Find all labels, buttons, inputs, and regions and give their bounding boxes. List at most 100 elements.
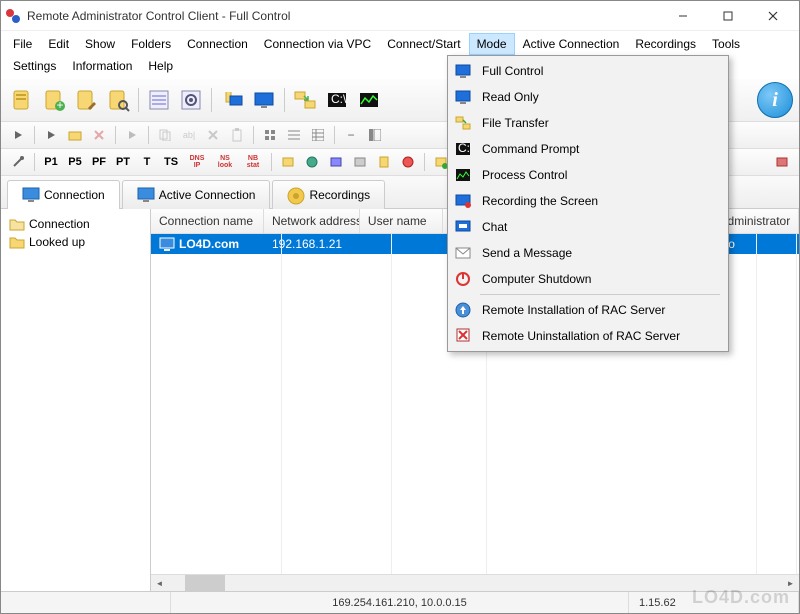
tb-paste-icon[interactable]	[226, 124, 248, 146]
tb-open-folder-icon[interactable]	[64, 124, 86, 146]
tb-pt[interactable]: PT	[112, 151, 134, 173]
monitor-blue-icon	[454, 62, 472, 80]
tb-scroll-search-icon[interactable]	[103, 85, 133, 115]
tb-net8-icon[interactable]	[771, 151, 793, 173]
menu-show[interactable]: Show	[77, 33, 123, 55]
tb-p5[interactable]: P5	[64, 151, 86, 173]
svg-text:+: +	[56, 98, 63, 112]
tb-delete-icon[interactable]	[88, 124, 110, 146]
titlebar: Remote Administrator Control Client - Fu…	[1, 1, 799, 31]
tb-monitor-icon[interactable]	[249, 85, 279, 115]
tb-net5-icon[interactable]	[373, 151, 395, 173]
tb-copy-icon[interactable]	[154, 124, 176, 146]
menu-item-chat[interactable]: Chat	[450, 214, 726, 240]
tb-t[interactable]: T	[136, 151, 158, 173]
column-header[interactable]: User name	[360, 209, 443, 233]
tb-view-list-icon[interactable]	[283, 124, 305, 146]
window-title: Remote Administrator Control Client - Fu…	[27, 9, 660, 23]
tb-folder-transfer-icon[interactable]	[290, 85, 320, 115]
folder-icon	[9, 235, 25, 249]
menu-connection[interactable]: Connection	[179, 33, 256, 55]
tb-settings-icon[interactable]	[176, 85, 206, 115]
menu-item-remote-installation-of-rac-server[interactable]: Remote Installation of RAC Server	[450, 297, 726, 323]
menu-item-full-control[interactable]: Full Control	[450, 58, 726, 84]
menu-settings[interactable]: Settings	[5, 55, 64, 77]
tb-process-icon[interactable]	[354, 85, 384, 115]
tb-nslook[interactable]: NSlook	[212, 151, 238, 173]
info-button[interactable]: i	[757, 82, 793, 118]
tb-pf[interactable]: PF	[88, 151, 110, 173]
minimize-button[interactable]	[660, 2, 705, 30]
menu-mode[interactable]: Mode	[469, 33, 515, 55]
tb-scroll-edit-icon[interactable]	[71, 85, 101, 115]
menu-active-connection[interactable]: Active Connection	[515, 33, 628, 55]
menu-item-command-prompt[interactable]: C:\Command Prompt	[450, 136, 726, 162]
tb-dnsip[interactable]: DNSIP	[184, 151, 210, 173]
tb-view-large-icon[interactable]	[259, 124, 281, 146]
column-header[interactable]: Connection name	[151, 209, 264, 233]
menu-item-remote-uninstallation-of-rac-server[interactable]: Remote Uninstallation of RAC Server	[450, 323, 726, 349]
tb-hand-monitor-icon[interactable]	[217, 85, 247, 115]
tb-list-icon[interactable]	[144, 85, 174, 115]
menu-item-read-only[interactable]: Read Only	[450, 84, 726, 110]
tab-connection[interactable]: Connection	[7, 180, 120, 209]
chat-icon	[454, 218, 472, 236]
maximize-button[interactable]	[705, 2, 750, 30]
uninstall-icon	[454, 327, 472, 345]
tb-scroll-icon[interactable]	[7, 85, 37, 115]
monitor-blue-icon	[454, 88, 472, 106]
tb-play3-icon[interactable]	[121, 124, 143, 146]
tree-panel: ConnectionLooked up	[1, 209, 151, 591]
tb-play-icon[interactable]	[7, 124, 29, 146]
record-icon	[287, 187, 303, 203]
tb-ts[interactable]: TS	[160, 151, 182, 173]
menu-help[interactable]: Help	[140, 55, 181, 77]
tb-sidebar-icon[interactable]	[364, 124, 386, 146]
cell: LO4D.com	[151, 235, 264, 253]
menu-item-send-a-message[interactable]: Send a Message	[450, 240, 726, 266]
tb-minus-icon[interactable]: −	[340, 124, 362, 146]
tb-delete2-icon[interactable]	[202, 124, 224, 146]
menu-item-computer-shutdown[interactable]: Computer Shutdown	[450, 266, 726, 292]
menu-connection-via-vpc[interactable]: Connection via VPC	[256, 33, 379, 55]
record-icon	[454, 192, 472, 210]
tb-net6-icon[interactable]	[397, 151, 419, 173]
tb-nbstat[interactable]: NBstat	[240, 151, 266, 173]
tb-p1[interactable]: P1	[40, 151, 62, 173]
menu-item-process-control[interactable]: Process Control	[450, 162, 726, 188]
tb-net2-icon[interactable]	[301, 151, 323, 173]
menu-connect/start[interactable]: Connect/Start	[379, 33, 468, 55]
tb-net1-icon[interactable]	[277, 151, 299, 173]
status-right: 1.15.62	[629, 592, 799, 613]
tree-item-connection[interactable]: Connection	[5, 215, 146, 233]
mode-menu-dropdown[interactable]: Full ControlRead OnlyFile TransferC:\Com…	[447, 55, 729, 352]
cmd-icon: C:\	[454, 140, 472, 158]
cell: 192.168.1.21	[264, 235, 360, 253]
tree-item-looked-up[interactable]: Looked up	[5, 233, 146, 251]
menu-recordings[interactable]: Recordings	[627, 33, 704, 55]
menu-folders[interactable]: Folders	[123, 33, 179, 55]
close-button[interactable]	[750, 2, 795, 30]
tb-net3-icon[interactable]	[325, 151, 347, 173]
tb-tools-icon[interactable]	[7, 151, 29, 173]
tab-recordings[interactable]: Recordings	[272, 180, 385, 209]
menu-information[interactable]: Information	[64, 55, 140, 77]
tb-play2-icon[interactable]	[40, 124, 62, 146]
tb-scroll-add-icon[interactable]: +	[39, 85, 69, 115]
tb-rename-icon[interactable]: ab|	[178, 124, 200, 146]
app-icon	[5, 8, 21, 24]
menu-tools[interactable]: Tools	[704, 33, 748, 55]
menu-item-file-transfer[interactable]: File Transfer	[450, 110, 726, 136]
horizontal-scrollbar[interactable]: ◄ ►	[151, 574, 799, 591]
statusbar: 169.254.161.210, 10.0.0.15 1.15.62	[1, 591, 799, 613]
tb-cmd-icon[interactable]: C:\	[322, 85, 352, 115]
tb-view-details-icon[interactable]	[307, 124, 329, 146]
menu-item-recording-the-screen[interactable]: Recording the Screen	[450, 188, 726, 214]
menu-edit[interactable]: Edit	[40, 33, 77, 55]
tb-net4-icon[interactable]	[349, 151, 371, 173]
menu-file[interactable]: File	[5, 33, 40, 55]
column-header[interactable]: Network address	[264, 209, 360, 233]
tab-active-connection[interactable]: Active Connection	[122, 180, 271, 209]
menu-separator	[480, 294, 720, 295]
svg-text:C:\: C:\	[458, 142, 471, 155]
